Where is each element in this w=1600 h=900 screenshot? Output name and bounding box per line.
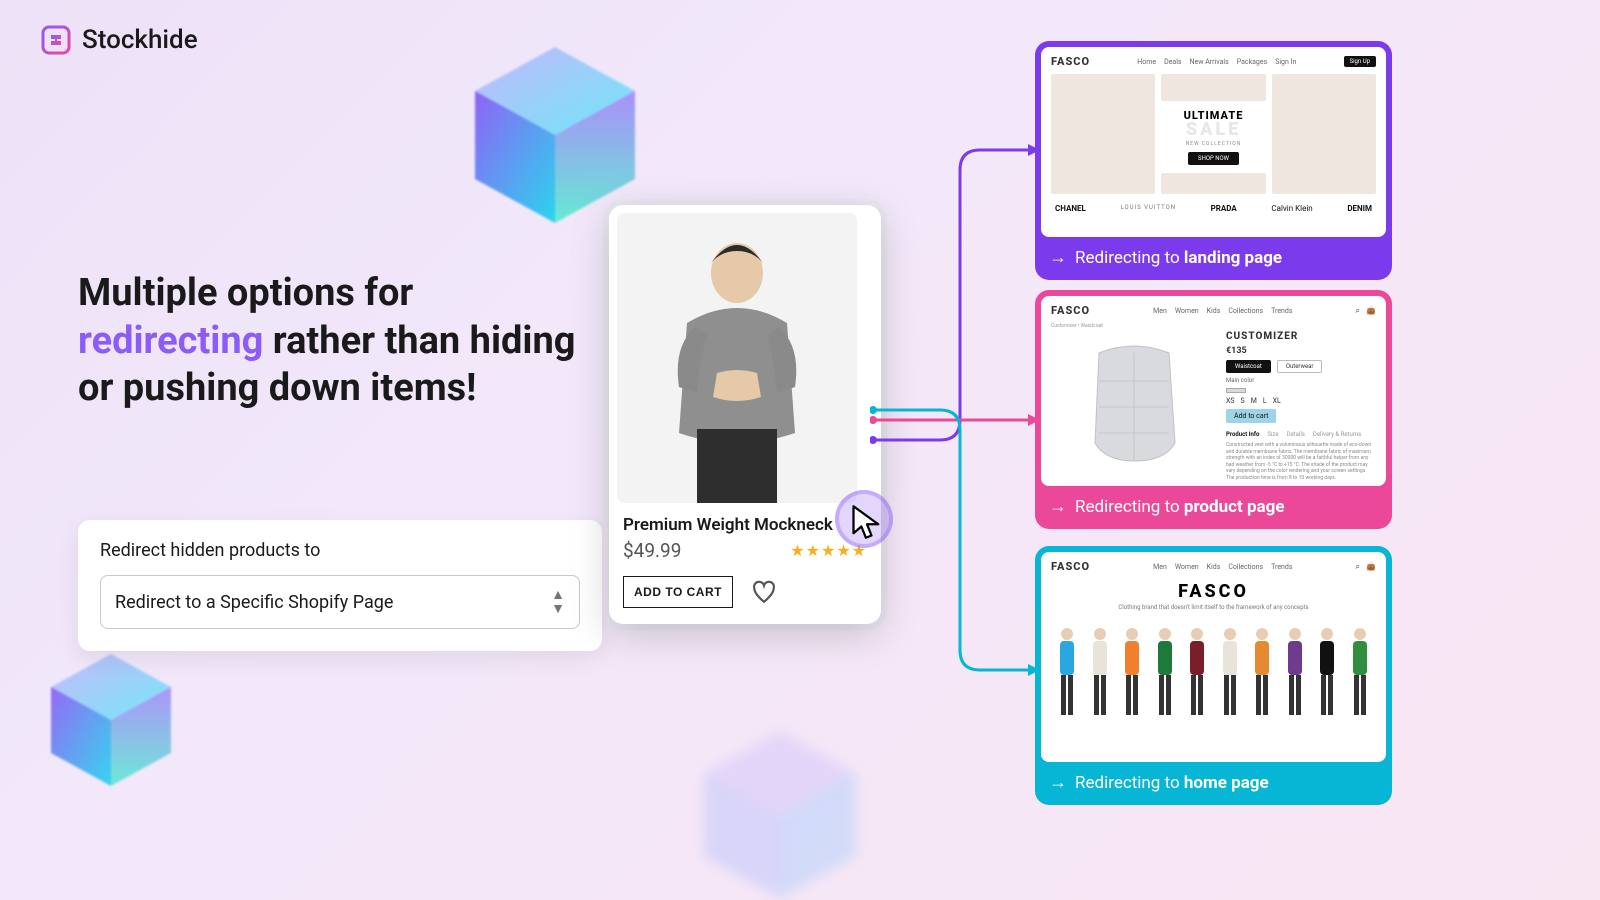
preview-product-page: FASCO MenWomenKidsCollectionsTrends ⌕👜 C… [1035, 290, 1392, 529]
preview-landing-page: FASCO Home Deals New Arrivals Packages S… [1035, 41, 1392, 280]
bag-icon: 👜 [1366, 562, 1376, 571]
cursor-icon [849, 504, 885, 540]
arrow-right-icon: → [1049, 772, 1067, 793]
headline: Multiple options for redirecting rather … [78, 270, 598, 413]
preview-caption: → Redirecting to product page [1041, 486, 1386, 529]
connector-to-product [870, 410, 1045, 430]
product-price: $49.99 [623, 539, 681, 562]
select-chevron-icon: ▲▼ [551, 588, 565, 616]
add-to-cart-button[interactable]: ADD TO CART [623, 576, 733, 608]
redirect-setting-label: Redirect hidden products to [100, 540, 580, 561]
decorative-cube [36, 645, 186, 795]
preview-caption: → Redirecting to landing page [1041, 237, 1386, 280]
redirect-setting-card: Redirect hidden products to Redirect to … [78, 520, 602, 651]
connector-to-home [870, 400, 1045, 680]
cursor-indicator [835, 490, 895, 550]
preview-caption: → Redirecting to home page [1041, 762, 1386, 805]
brand-logos-row: CHANEL LOUIS VUITTON PRADA Calvin Klein … [1051, 204, 1376, 213]
arrow-right-icon: → [1049, 247, 1067, 268]
search-icon: ⌕ [1356, 306, 1360, 316]
model-lineup [1051, 625, 1376, 721]
bag-icon: 👜 [1366, 306, 1376, 315]
stockhide-logo-text: Stockhide [82, 25, 198, 55]
arrow-right-icon: → [1049, 496, 1067, 517]
decorative-cube [670, 720, 890, 900]
mini-signup-button: Sign Up [1344, 56, 1376, 67]
product-name: Premium Weight Mockneck [623, 515, 867, 535]
redirect-target-value: Redirect to a Specific Shopify Page [115, 592, 393, 613]
mini-breadcrumb: Customizer • Waistcoat [1051, 323, 1376, 329]
mini-brand: FASCO [1051, 55, 1090, 68]
stockhide-logo-icon [40, 24, 72, 56]
favorite-heart-icon[interactable] [751, 579, 777, 605]
product-image [617, 213, 857, 503]
mini-nav: Home Deals New Arrivals Packages Sign In [1137, 58, 1296, 66]
preview-home-page: FASCO MenWomenKidsCollectionsTrends ⌕👜 F… [1035, 546, 1392, 805]
connector-to-landing [870, 140, 1045, 450]
search-icon: ⌕ [1356, 562, 1360, 572]
product-customizer-image [1051, 331, 1216, 481]
color-swatch [1226, 388, 1246, 393]
product-card[interactable]: Premium Weight Mockneck $49.99 ★★★★★ ADD… [609, 205, 881, 624]
stockhide-logo: Stockhide [40, 24, 198, 56]
redirect-target-select[interactable]: Redirect to a Specific Shopify Page ▲▼ [100, 575, 580, 629]
